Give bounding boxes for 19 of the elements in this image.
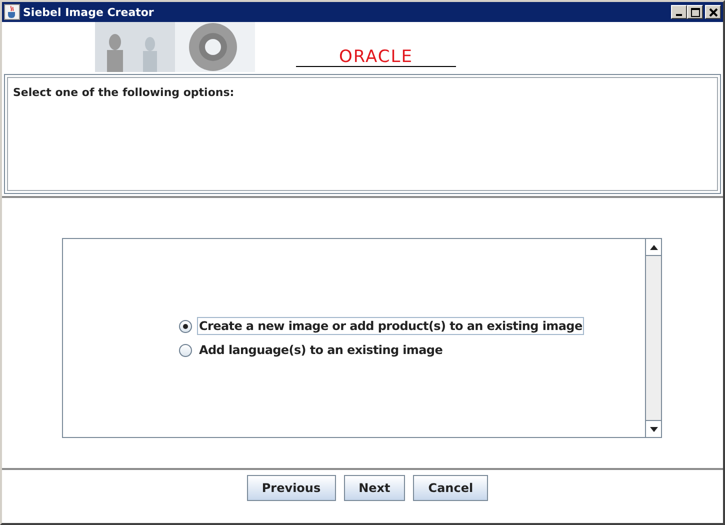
- cancel-button[interactable]: Cancel: [413, 475, 488, 501]
- option-label[interactable]: Add language(s) to an existing image: [197, 341, 445, 359]
- minimize-button[interactable]: [671, 5, 687, 19]
- scroll-up-icon[interactable]: [650, 244, 658, 250]
- maximize-icon: [690, 8, 700, 16]
- window-title: Siebel Image Creator: [23, 6, 155, 18]
- next-button[interactable]: Next: [344, 475, 406, 501]
- instruction-text: Select one of the following options:: [13, 86, 234, 99]
- close-icon: [708, 8, 718, 16]
- logo: ORACLE: [339, 48, 413, 66]
- scrollbar[interactable]: [645, 239, 661, 437]
- radio-button[interactable]: [179, 344, 192, 356]
- option-label[interactable]: Create a new image or add product(s) to an existing image: [197, 317, 584, 335]
- close-button[interactable]: [705, 5, 721, 19]
- radio-button[interactable]: [179, 320, 192, 332]
- scroll-down-icon[interactable]: [650, 426, 658, 432]
- maximize-button[interactable]: [687, 5, 703, 19]
- previous-button[interactable]: Previous: [246, 475, 336, 501]
- cup-icon: [4, 4, 20, 20]
